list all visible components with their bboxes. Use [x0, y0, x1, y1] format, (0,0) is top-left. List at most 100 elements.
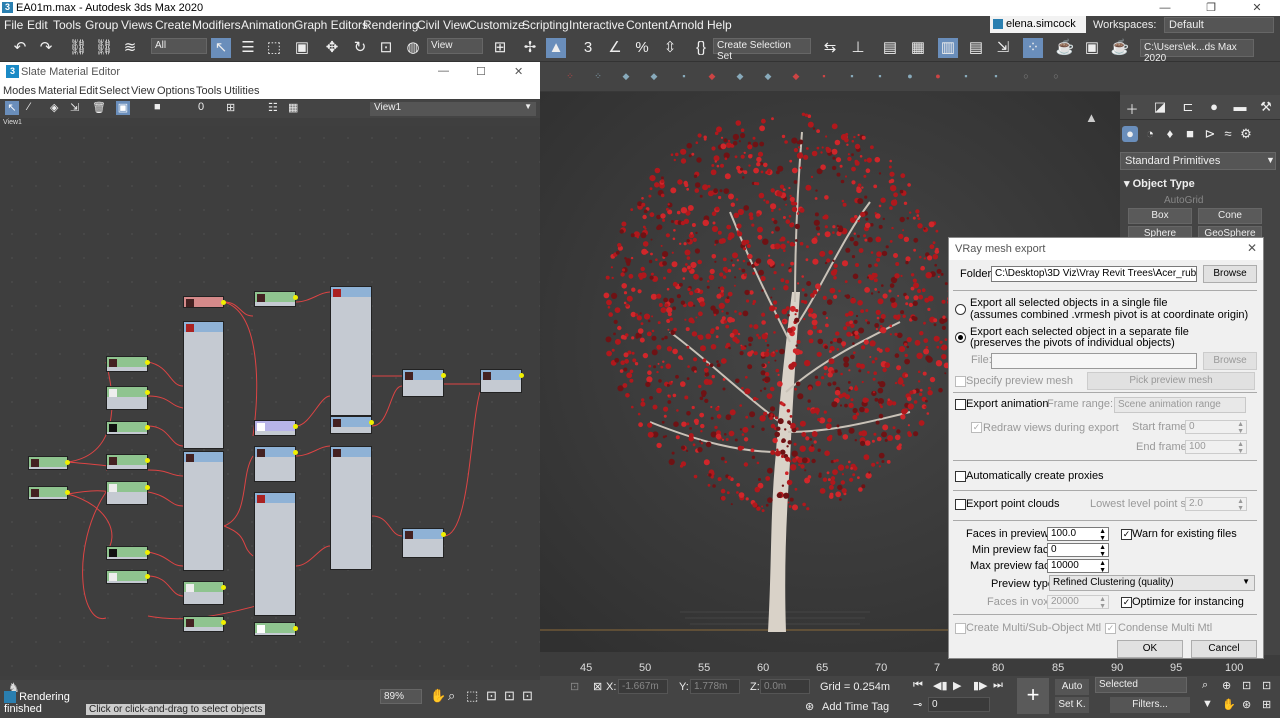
assign-material-icon[interactable]: ⇲ [70, 101, 79, 114]
menu-create[interactable]: Create [155, 18, 191, 32]
link-icon[interactable]: ⛓ [68, 38, 88, 58]
curve-editor-icon[interactable]: ▤ [966, 38, 986, 58]
layer-explorer-icon[interactable]: ▦ [908, 38, 928, 58]
max-faces-spinner[interactable]: 10000 ▲ ▼ [1047, 559, 1109, 574]
x-coord-field[interactable]: -1.667m [618, 679, 668, 694]
zoom-icon[interactable]: ⌕ [1202, 679, 1208, 692]
vp-tool-icon-10[interactable]: ▪ [814, 66, 834, 86]
end-frame-spinner[interactable]: 100 ▲ ▼ [1185, 440, 1247, 455]
zoom-extents-icon[interactable]: ⊡ [1242, 679, 1251, 692]
bitmap-node[interactable] [28, 456, 70, 470]
box-button[interactable]: Box [1128, 208, 1192, 224]
bitmap-node[interactable] [254, 622, 298, 636]
spinner-snap-icon[interactable]: ⇳ [660, 38, 680, 58]
time-tag-icon[interactable]: ⊛ [805, 700, 814, 713]
menu-arnold[interactable]: Arnold [669, 18, 704, 32]
node-output-port[interactable] [145, 485, 150, 490]
create-tab-icon[interactable]: ＋ [1124, 99, 1140, 117]
node-output-port[interactable] [221, 300, 226, 305]
maximize-viewport-icon[interactable]: ⊞ [1262, 698, 1271, 711]
cancel-button[interactable]: Cancel [1191, 640, 1257, 658]
redo-icon[interactable]: ↷ [36, 38, 56, 58]
display-tab-icon[interactable]: ▬ [1232, 99, 1248, 115]
map-node[interactable] [183, 616, 226, 632]
keyboard-shortcut-icon[interactable]: ▲ [546, 38, 566, 58]
geometry-icon[interactable]: ● [1122, 126, 1138, 142]
export-points-checkbox[interactable] [955, 499, 966, 510]
set-key-icon[interactable]: + [1017, 678, 1049, 714]
shapes-icon[interactable]: ◔ [1142, 126, 1158, 142]
set-key-button[interactable]: Set K. [1055, 697, 1089, 713]
vp-tool-icon-8[interactable]: ◆ [758, 66, 778, 86]
menu-help[interactable]: Help [707, 18, 732, 32]
cameras-icon[interactable]: ■ [1182, 126, 1198, 142]
faces-voxel-spinner[interactable]: 20000 ▲ ▼ [1047, 595, 1109, 610]
min-faces-spinner[interactable]: 0 ▲ ▼ [1047, 543, 1109, 558]
reference-coord-select[interactable]: View [427, 38, 483, 54]
vp-tool-icon-12[interactable]: ▪ [870, 66, 890, 86]
y-coord-field[interactable]: 1.778m [690, 679, 740, 694]
map-node[interactable] [106, 570, 150, 584]
bitmap-node[interactable] [28, 486, 70, 500]
file-input[interactable] [991, 353, 1197, 369]
node-output-port[interactable] [293, 450, 298, 455]
vp-tool-icon-17[interactable]: ○ [1016, 66, 1036, 86]
absolute-mode-icon[interactable]: ⊠ [593, 680, 602, 693]
slate-menu-modes[interactable]: Modes [3, 85, 36, 97]
zoom-all-icon[interactable]: ⊕ [1222, 679, 1231, 692]
material-editor-icon[interactable]: ⁘ [1023, 38, 1043, 58]
vp-tool-icon-4[interactable]: ◆ [644, 66, 664, 86]
hierarchy-tab-icon[interactable]: ⊏ [1180, 99, 1196, 115]
percent-snap-icon[interactable]: % [632, 38, 652, 58]
vp-tool-icon-1[interactable]: ⁘ [560, 66, 580, 86]
bitmap-node[interactable] [106, 546, 150, 560]
vray-material-node[interactable] [254, 446, 298, 482]
time-ruler[interactable]: 45 50 55 60 65 70 75 [540, 652, 946, 676]
map-node[interactable] [106, 481, 150, 505]
node-output-port[interactable] [145, 550, 150, 555]
optimize-instancing-checkbox[interactable]: ✓ [1121, 597, 1132, 608]
material-map-browser-icon[interactable]: ▦ [288, 101, 298, 114]
layout-icon[interactable]: ⊞ [226, 101, 235, 114]
isolate-icon[interactable]: ⊡ [570, 680, 579, 693]
menu-rendering[interactable]: Rendering [363, 18, 418, 32]
slate-menu-select[interactable]: Select [99, 85, 130, 97]
workspace-select[interactable]: Default [1164, 17, 1274, 33]
key-filters-button[interactable]: Filters... [1110, 697, 1190, 713]
z-coord-field[interactable]: 0.0m [760, 679, 810, 694]
node-output-port[interactable] [293, 424, 298, 429]
vp-tool-icon-7[interactable]: ◆ [730, 66, 750, 86]
schematic-view-icon[interactable]: ⇲ [993, 38, 1013, 58]
export-animation-checkbox[interactable] [955, 399, 966, 410]
align-icon[interactable]: ⊥ [848, 38, 868, 58]
object-type-rollout[interactable]: ▾ Object Type [1124, 177, 1195, 190]
auto-proxies-checkbox[interactable] [955, 471, 966, 482]
vray-material-node[interactable] [330, 446, 372, 570]
vray-material-node[interactable] [402, 528, 446, 558]
systems-icon[interactable]: ⚙ [1238, 126, 1254, 142]
show-background-icon[interactable]: ■ [154, 101, 161, 113]
primitive-type-select[interactable]: Standard Primitives [1120, 152, 1276, 170]
project-folder-field[interactable]: C:\Users\ek...ds Max 2020 [1140, 39, 1254, 64]
warn-existing-checkbox[interactable]: ✓ [1121, 529, 1132, 540]
ok-button[interactable]: OK [1117, 640, 1183, 658]
preview-type-select[interactable]: Refined Clustering (quality) ▼ [1049, 575, 1255, 591]
map-node[interactable] [106, 454, 150, 470]
redraw-views-checkbox[interactable]: ✓ [971, 422, 982, 433]
bitmap-node[interactable] [254, 420, 298, 436]
zoom-extents-selected-icon[interactable]: ⊡ [504, 688, 515, 704]
user-account-dropdown[interactable]: elena.simcock [990, 16, 1086, 33]
menu-content[interactable]: Content [626, 18, 668, 32]
move-icon[interactable]: ✥ [322, 38, 342, 58]
select-by-name-icon[interactable]: ☰ [238, 38, 258, 58]
vray-material-node[interactable] [254, 492, 296, 616]
modify-tab-icon[interactable]: ◪ [1152, 99, 1168, 115]
node-output-port[interactable] [369, 420, 374, 425]
select-tool-icon[interactable]: ↖ [5, 101, 19, 115]
render-setup-icon[interactable]: ☕ [1055, 38, 1075, 58]
pan-icon[interactable]: ✋ [430, 688, 446, 704]
menu-views[interactable]: Views [121, 18, 153, 32]
key-mode-icon[interactable]: ⊸ [913, 698, 922, 711]
pan-to-selected-icon[interactable]: ⊡ [522, 688, 533, 704]
zoom-icon[interactable]: ⌕ [448, 688, 455, 704]
